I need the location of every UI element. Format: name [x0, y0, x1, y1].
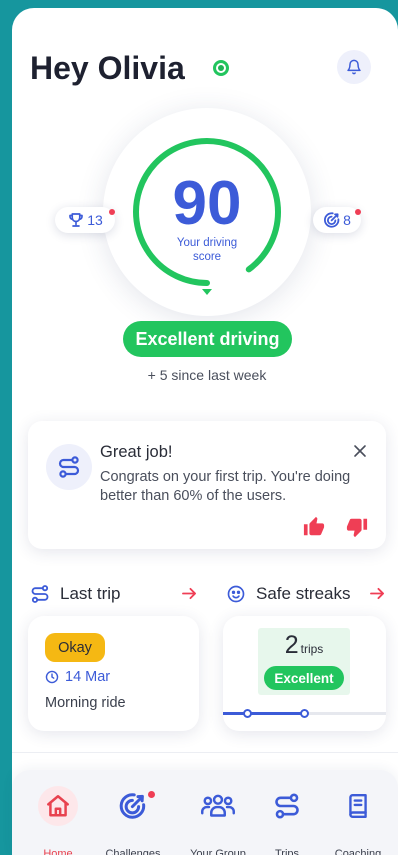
feedback-card: Great job! Congrats on your first trip. … — [28, 421, 386, 549]
challenges-count: 8 — [343, 212, 351, 228]
nav-icon-circle — [38, 786, 78, 826]
arrow-right-icon[interactable] — [182, 587, 197, 600]
streak-rating-badge: Excellent — [264, 666, 344, 690]
greeting-title: Hey Olivia — [30, 50, 185, 86]
streak-count: 2 — [284, 631, 299, 659]
nav-label: Challenges — [105, 848, 161, 855]
streak-milestone-dot — [242, 709, 252, 718]
streak-summary: 2 trips Excellent — [258, 628, 350, 695]
nav-label: Home — [43, 848, 73, 855]
streak-progress-marker — [300, 709, 309, 718]
trophies-count: 13 — [87, 212, 103, 228]
last-trip-card[interactable]: Okay 14 Mar Morning ride — [28, 616, 199, 731]
nav-icon-circle — [338, 786, 378, 826]
clock-icon — [45, 670, 59, 684]
book-icon — [349, 793, 367, 819]
nav-item-home[interactable]: Home — [23, 784, 93, 855]
nav-label: Coaching — [334, 848, 382, 855]
nav-icon-circle — [267, 786, 307, 826]
trip-name: Morning ride — [45, 695, 126, 711]
streak-count-row: 2 trips — [258, 630, 350, 664]
group-icon — [201, 794, 235, 817]
online-status-icon — [213, 60, 229, 76]
target-icon — [119, 793, 146, 819]
streak-progress-track — [223, 709, 386, 718]
feedback-message: Congrats on your first trip. You're doin… — [100, 469, 351, 504]
nav-icon-circle — [113, 786, 155, 826]
close-icon[interactable] — [353, 444, 367, 458]
nav-label: Trips — [274, 848, 300, 855]
route-icon — [275, 793, 299, 819]
feedback-title: Great job! — [100, 443, 173, 461]
notification-dot — [355, 209, 361, 215]
trip-date: 14 Mar — [65, 669, 111, 685]
home-icon — [47, 795, 69, 817]
nav-item-your-group[interactable]: Your Group — [183, 784, 253, 855]
trophy-icon — [69, 213, 84, 227]
nav-icon-circle — [198, 786, 238, 826]
notification-dot — [148, 791, 155, 798]
feedback-icon-circle — [46, 444, 92, 490]
score-change-text: + 5 since last week — [147, 367, 267, 383]
notification-dot — [109, 209, 115, 215]
trip-status-badge: Okay — [45, 633, 105, 662]
nav-item-trips[interactable]: Trips — [252, 784, 322, 855]
bell-icon — [347, 59, 361, 75]
trophies-badge[interactable]: 13 — [55, 207, 115, 233]
notifications-button[interactable] — [337, 50, 371, 84]
safe-streaks-card[interactable]: 2 trips Excellent — [223, 616, 386, 731]
nav-item-challenges[interactable]: Challenges — [98, 784, 168, 855]
score-value: 90 — [172, 169, 242, 238]
bottom-nav: Home Challenges Your Group Trips Coachin… — [12, 770, 398, 855]
last-trip-heading: Last trip — [60, 584, 121, 603]
divider — [12, 752, 398, 753]
score-pointer — [202, 289, 212, 295]
safe-streaks-heading: Safe streaks — [256, 584, 351, 603]
arrow-right-icon[interactable] — [370, 587, 385, 600]
route-icon — [58, 456, 80, 478]
thumbs-down-icon[interactable] — [346, 516, 368, 538]
thumbs-up-icon[interactable] — [303, 516, 325, 538]
challenges-badge[interactable]: 8 — [313, 207, 361, 233]
route-icon — [31, 585, 49, 603]
score-label: Your driving score — [176, 237, 238, 263]
streak-unit: trips — [300, 642, 324, 656]
nav-item-coaching[interactable]: Coaching — [323, 784, 393, 855]
streak-progress-fill — [223, 712, 305, 715]
smiley-icon — [227, 585, 245, 603]
nav-label: Your Group — [190, 848, 246, 855]
target-icon — [324, 212, 340, 228]
score-rating-badge: Excellent driving — [123, 321, 292, 357]
